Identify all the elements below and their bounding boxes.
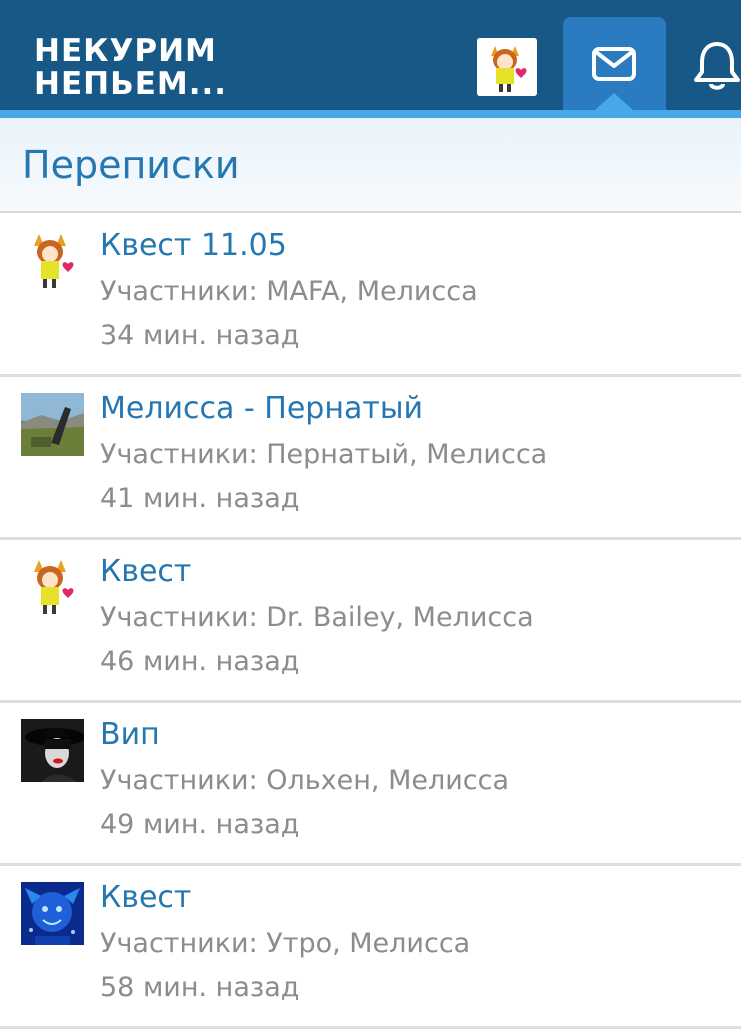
conversation-avatar[interactable]: [21, 882, 84, 945]
conversation-avatar[interactable]: [21, 393, 84, 456]
conversation-participants: Участники: Пернатый, Мелисса: [100, 439, 548, 470]
conversation-title[interactable]: Квест: [100, 878, 191, 918]
conversation-participants: Участники: Утро, Мелисса: [100, 928, 471, 959]
conversation-title[interactable]: Квест 11.05: [100, 226, 287, 266]
conversation-avatar[interactable]: [21, 230, 84, 293]
anime-fox-girl-icon: [21, 230, 84, 293]
conversation-participants: Участники: MAFA, Мелисса: [100, 276, 478, 307]
alerts-tab[interactable]: [693, 40, 741, 96]
conversation-time: 41 мин. назад: [100, 483, 300, 514]
bell-icon: [694, 42, 740, 90]
conversation-item[interactable]: Квест 11.05 Участники: MAFA, Мелисса 34 …: [0, 214, 741, 377]
conversation-avatar[interactable]: [21, 556, 84, 619]
conversation-item[interactable]: Мелисса - Пернатый Участники: Пернатый, …: [0, 377, 741, 540]
woman-in-hat-photo-icon: [21, 719, 84, 782]
blue-jester-image-icon: [21, 882, 84, 945]
anime-fox-girl-icon: [21, 556, 84, 619]
anime-fox-girl-icon: [477, 38, 537, 96]
conversation-time: 46 мин. назад: [100, 646, 300, 677]
conversation-participants: Участники: Ольхен, Мелисса: [100, 765, 510, 796]
conversation-item[interactable]: Квест Участники: Утро, Мелисса 58 мин. н…: [0, 866, 741, 1029]
conversation-title[interactable]: Мелисса - Пернатый: [100, 389, 423, 429]
conversation-item[interactable]: Квест Участники: Dr. Bailey, Мелисса 46 …: [0, 540, 741, 703]
conversation-avatar[interactable]: [21, 719, 84, 782]
conversation-item[interactable]: Вип Участники: Ольхен, Мелисса 49 мин. н…: [0, 703, 741, 866]
conversation-time: 49 мин. назад: [100, 809, 300, 840]
site-logo[interactable]: НЕКУРИМ НЕПЬЕМ...: [34, 35, 227, 101]
logo-line-1: НЕКУРИМ: [34, 33, 217, 69]
conversation-list: Квест 11.05 Участники: MAFA, Мелисса 34 …: [0, 214, 741, 1029]
page-title: Переписки: [22, 143, 240, 187]
logo-line-2: НЕПЬЕМ...: [34, 66, 228, 102]
conversation-time: 58 мин. назад: [100, 972, 300, 1003]
envelope-icon: [592, 47, 636, 81]
header-stripe: [0, 110, 741, 118]
conversation-participants: Участники: Dr. Bailey, Мелисса: [100, 602, 534, 633]
conversation-time: 34 мин. назад: [100, 320, 300, 351]
conversation-title[interactable]: Вип: [100, 715, 160, 755]
active-tab-caret: [595, 93, 633, 110]
landscape-photo-icon: [21, 393, 84, 456]
conversation-title[interactable]: Квест: [100, 552, 191, 592]
user-avatar[interactable]: [477, 38, 537, 96]
